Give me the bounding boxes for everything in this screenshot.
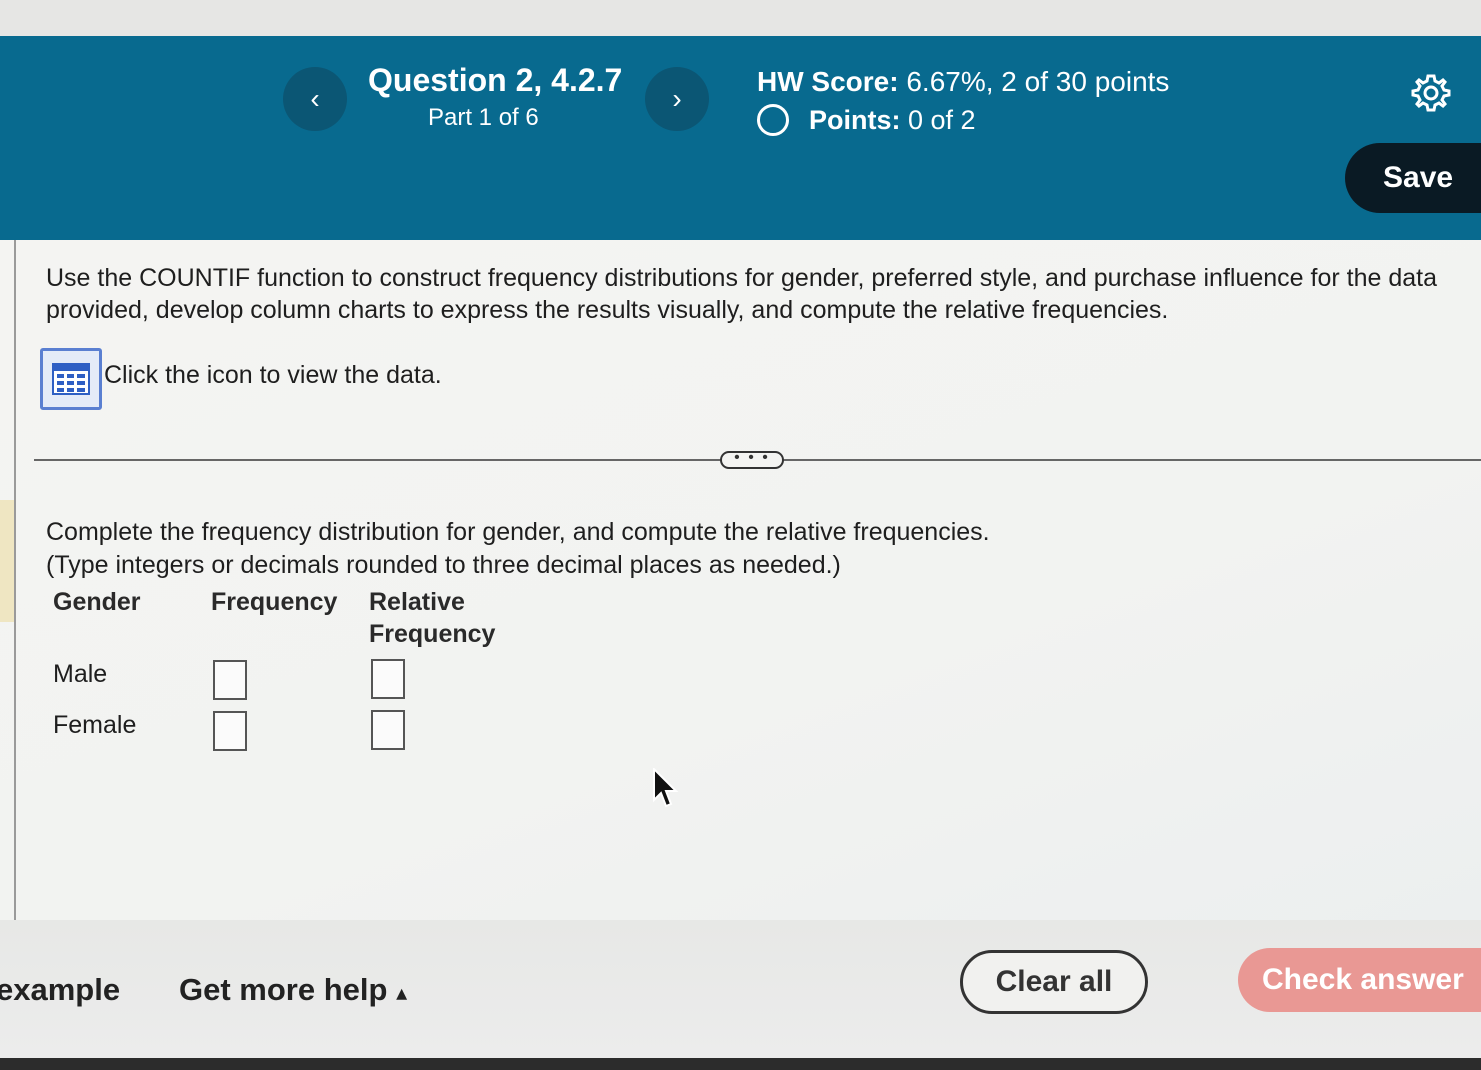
question-part: Part 1 of 6 [428, 104, 539, 131]
column-header-gender: Gender [53, 588, 141, 616]
view-example-link[interactable]: example [0, 972, 120, 1008]
expand-collapse-button[interactable]: • • • [720, 450, 784, 469]
next-question-button[interactable]: › [645, 67, 709, 131]
rounding-note: (Type integers or decimals rounded to th… [46, 551, 841, 579]
instruction-text: Complete the frequency distribution for … [46, 518, 990, 546]
question-title: Question 2, 4.2.7 [368, 62, 623, 98]
status-circle-icon [757, 104, 789, 136]
check-answer-button[interactable]: Check answer [1238, 948, 1481, 1012]
female-relative-frequency-input[interactable] [371, 710, 405, 750]
content-left-border [14, 240, 16, 920]
female-frequency-input[interactable] [213, 711, 247, 751]
chevron-right-icon: › [672, 83, 682, 114]
chevron-left-icon: ‹ [310, 83, 320, 114]
caret-up-icon: ▴ [396, 980, 408, 1005]
get-more-help-label: Get more help [179, 972, 388, 1007]
column-header-frequency: Frequency [211, 588, 338, 616]
mouse-pointer-icon [652, 766, 680, 810]
save-button[interactable]: Save [1345, 143, 1481, 213]
view-data-link[interactable]: Click the icon to view the data. [104, 361, 442, 390]
previous-question-button[interactable]: ‹ [283, 67, 347, 131]
points-label: Points: [809, 104, 901, 135]
points-value: 0 of 2 [908, 104, 976, 135]
page: ‹ Question 2, 4.2.7 Part 1 of 6 › HW Sco… [0, 0, 1481, 1070]
hw-score-label: HW Score: [757, 66, 899, 97]
question-header [0, 36, 1481, 240]
row-label-male: Male [53, 660, 108, 688]
left-highlight-strip [0, 500, 14, 622]
row-label-female: Female [53, 711, 137, 739]
male-frequency-input[interactable] [213, 660, 247, 700]
browser-top-strip [0, 0, 1481, 36]
screen-bottom-edge [0, 1058, 1481, 1070]
points-display: Points: 0 of 2 [757, 104, 976, 136]
column-header-relative-frequency: Relative Frequency [369, 588, 496, 648]
view-data-button[interactable] [40, 348, 102, 410]
clear-all-button[interactable]: Clear all [960, 950, 1148, 1014]
question-prompt: Use the COUNTIF function to construct fr… [46, 264, 1438, 324]
hw-score-value: 6.67%, 2 of 30 points [906, 66, 1170, 97]
gear-icon[interactable] [1410, 72, 1452, 114]
male-relative-frequency-input[interactable] [371, 659, 405, 699]
part-instructions: Complete the frequency distribution for … [46, 516, 990, 582]
hw-score: HW Score: 6.67%, 2 of 30 points [757, 66, 1169, 98]
get-more-help-button[interactable]: Get more help ▴ [179, 972, 407, 1008]
table-grid-icon [52, 363, 90, 395]
